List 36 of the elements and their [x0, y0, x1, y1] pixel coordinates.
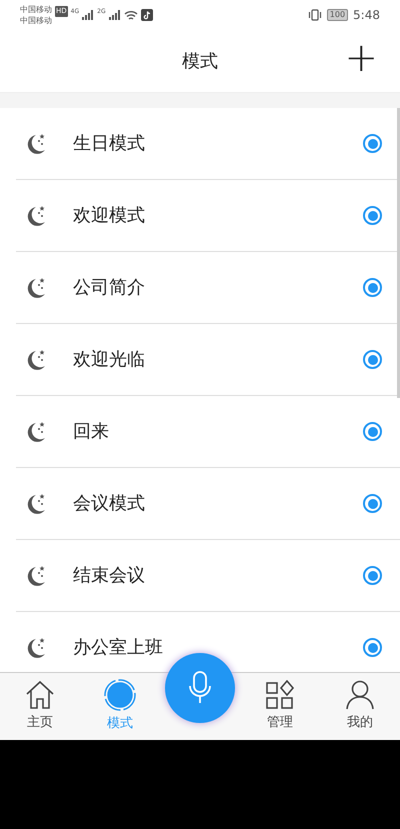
clock: 5:48	[353, 7, 380, 24]
mode-name: 公司简介	[73, 276, 146, 300]
wifi-icon	[124, 10, 138, 20]
battery-level: 100	[326, 9, 348, 21]
radio-button[interactable]	[363, 422, 382, 441]
app-icon	[140, 9, 153, 21]
radio-button[interactable]	[363, 494, 382, 513]
circle-icon	[104, 679, 136, 712]
home-icon	[25, 680, 55, 710]
mode-name: 生日模式	[73, 132, 146, 156]
mode-name: 回来	[73, 420, 110, 444]
radio-button[interactable]	[363, 350, 382, 369]
page-title: 模式	[182, 50, 218, 74]
nav-tab[interactable]: 主页	[0, 673, 80, 740]
carrier-name: 中国移动	[20, 15, 52, 26]
mode-name: 欢迎光临	[73, 348, 146, 372]
radio-button[interactable]	[363, 206, 382, 225]
mode-name: 结束会议	[73, 564, 146, 588]
radio-button[interactable]	[363, 566, 382, 585]
radio-button[interactable]	[363, 278, 382, 297]
microphone-button[interactable]	[165, 653, 235, 723]
mode-name: 办公室上班	[73, 636, 164, 660]
grid-icon	[265, 680, 295, 710]
user-icon	[345, 680, 375, 710]
radio-button[interactable]	[363, 638, 382, 657]
carrier-name: 中国移动	[20, 4, 52, 15]
vibrate-icon	[308, 9, 322, 21]
mode-name: 欢迎模式	[73, 204, 146, 228]
nav-tab[interactable]: 我的	[320, 673, 400, 740]
microphone-icon	[188, 671, 212, 705]
radio-button[interactable]	[363, 134, 382, 153]
mode-name: 会议模式	[73, 492, 146, 516]
signal-icon	[82, 10, 94, 20]
nav-tab[interactable]: 管理	[240, 673, 320, 740]
signal-icon	[108, 10, 121, 20]
add-button[interactable]: +	[344, 38, 378, 78]
